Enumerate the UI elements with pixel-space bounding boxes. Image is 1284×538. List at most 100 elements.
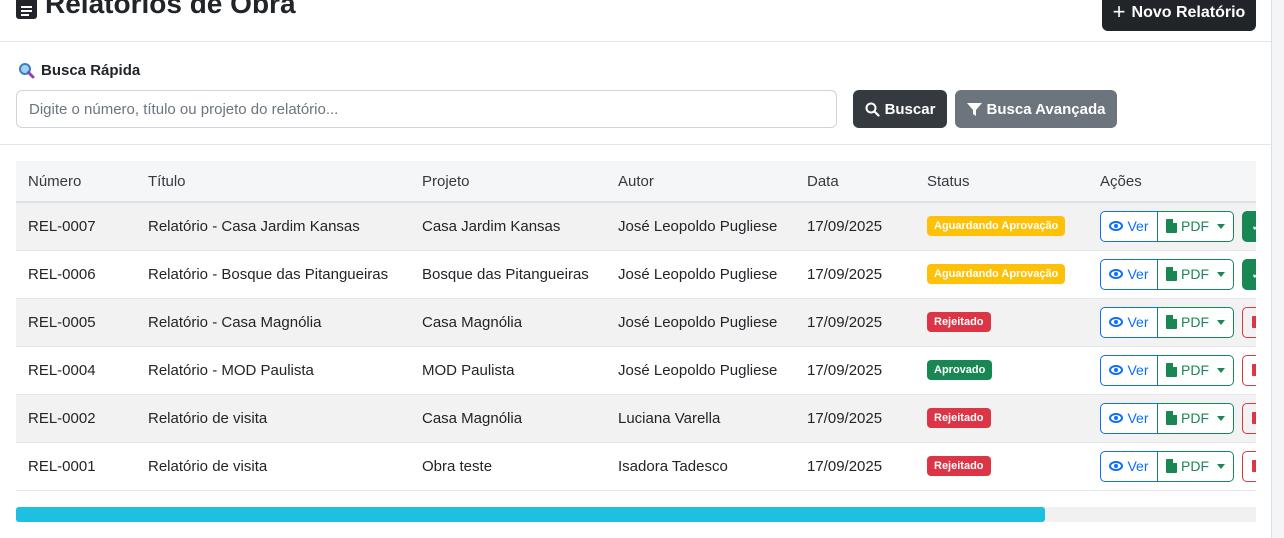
cell-numero: REL-0005 <box>16 298 136 347</box>
view-button[interactable]: Ver <box>1100 258 1158 290</box>
advanced-search-button[interactable]: Busca Avançada <box>955 90 1117 128</box>
reports-card: Relatórios de Obra + Novo Relatório Busc… <box>0 0 1272 538</box>
cell-numero: REL-0007 <box>16 202 136 251</box>
view-button[interactable]: Ver <box>1100 306 1158 338</box>
delete-button[interactable] <box>1242 354 1256 386</box>
cell-projeto: Bosque das Pitangueiras <box>410 250 606 299</box>
pdf-file-icon <box>1166 411 1177 425</box>
delete-button[interactable] <box>1242 306 1256 338</box>
row-actions: Ver PDF ✓ <box>1100 258 1256 290</box>
view-button[interactable]: Ver <box>1100 402 1158 434</box>
quick-search-label-text: Busca Rápida <box>41 62 141 79</box>
table-row: REL-0004 Relatório - MOD Paulista MOD Paul… <box>16 346 1256 395</box>
cell-numero: REL-0006 <box>16 250 136 299</box>
new-report-button[interactable]: + Novo Relatório <box>1102 0 1256 31</box>
cell-numero: REL-0002 <box>16 394 136 443</box>
cell-actions: Ver PDF <box>1088 346 1256 395</box>
cell-autor: José Leopoldo Pugliese <box>606 346 795 395</box>
cell-data: 17/09/2025 <box>795 346 915 395</box>
row-actions: Ver PDF ✓ <box>1100 210 1256 242</box>
advanced-search-label: Busca Avançada <box>986 100 1106 118</box>
horizontal-scrollbar-thumb[interactable] <box>16 507 1046 522</box>
table-row: REL-0005 Relatório - Casa Magnólia Casa Ma… <box>16 298 1256 347</box>
cell-data: 17/09/2025 <box>795 202 915 251</box>
row-actions: Ver PDF <box>1100 354 1256 386</box>
cell-status: Rejeitado <box>915 298 1088 347</box>
cell-projeto: Casa Magnólia <box>410 298 606 347</box>
delete-button[interactable] <box>1242 450 1256 482</box>
cell-projeto: MOD Paulista <box>410 346 606 395</box>
pdf-file-icon <box>1166 363 1177 377</box>
caret-down-icon <box>1217 223 1225 229</box>
cell-autor: Luciana Varella <box>606 394 795 443</box>
cell-autor: José Leopoldo Pugliese <box>606 202 795 251</box>
vertical-scroll-track[interactable] <box>1272 0 1284 538</box>
cell-autor: José Leopoldo Pugliese <box>606 298 795 347</box>
cell-titulo: Relatório de visita <box>136 394 410 443</box>
search-icon <box>865 102 880 117</box>
pdf-dropdown-button[interactable]: PDF <box>1157 450 1234 482</box>
view-button-label: Ver <box>1127 314 1149 330</box>
quick-search-section: Busca Rápida Buscar Busca Avançada <box>0 42 1271 145</box>
status-badge: Aguardando Aprovação <box>927 264 1066 284</box>
delete-button[interactable] <box>1242 402 1256 434</box>
search-button[interactable]: Buscar <box>853 90 947 128</box>
search-button-label: Buscar <box>884 100 936 118</box>
view-button-label: Ver <box>1127 410 1149 426</box>
eye-icon <box>1109 461 1124 471</box>
cell-projeto: Casa Jardim Kansas <box>410 202 606 251</box>
search-input[interactable] <box>16 90 837 128</box>
page-title: Relatórios de Obra <box>16 0 296 20</box>
status-badge: Rejeitado <box>927 456 991 476</box>
header-autor: Autor <box>606 161 795 203</box>
cell-titulo: Relatório - MOD Paulista <box>136 346 410 395</box>
approve-button[interactable]: ✓ <box>1242 258 1256 290</box>
magnifier-icon <box>19 63 35 79</box>
cell-data: 17/09/2025 <box>795 298 915 347</box>
pdf-dropdown-button[interactable]: PDF <box>1157 258 1234 290</box>
table-row: REL-0006 Relatório - Bosque das Pitanguei… <box>16 250 1256 299</box>
view-button[interactable]: Ver <box>1100 210 1158 242</box>
status-badge: Rejeitado <box>927 408 991 428</box>
eye-icon <box>1109 413 1124 423</box>
status-badge: Rejeitado <box>927 312 991 332</box>
status-badge: Aprovado <box>927 360 993 380</box>
document-icon <box>16 0 37 19</box>
row-actions: Ver PDF <box>1100 402 1256 434</box>
page-header: Relatórios de Obra + Novo Relatório <box>0 0 1271 42</box>
view-button[interactable]: Ver <box>1100 354 1158 386</box>
cell-titulo: Relatório - Casa Jardim Kansas <box>136 202 410 251</box>
header-titulo: Título <box>136 161 410 203</box>
caret-down-icon <box>1217 367 1225 373</box>
caret-down-icon <box>1217 319 1225 325</box>
cell-projeto: Obra teste <box>410 442 606 491</box>
header-numero: Número <box>16 161 136 203</box>
pdf-button-label: PDF <box>1181 458 1209 474</box>
pdf-button-label: PDF <box>1181 266 1209 282</box>
quick-search-label: Busca Rápida <box>18 62 140 79</box>
cell-autor: Isadora Tadesco <box>606 442 795 491</box>
pdf-file-icon <box>1166 267 1177 281</box>
table-header-row: Número Título Projeto Autor Data Status … <box>16 161 1256 203</box>
cell-status: Aguardando Aprovação <box>915 250 1088 299</box>
pdf-dropdown-button[interactable]: PDF <box>1157 306 1234 338</box>
table-body: REL-0007 Relatório - Casa Jardim Kansas Ca… <box>16 202 1256 491</box>
view-button[interactable]: Ver <box>1100 450 1158 482</box>
page-title-text: Relatórios de Obra <box>45 0 296 19</box>
cell-titulo: Relatório - Bosque das Pitangueiras <box>136 250 410 299</box>
view-button-label: Ver <box>1127 362 1149 378</box>
pdf-dropdown-button[interactable]: PDF <box>1157 210 1234 242</box>
new-report-label: Novo Relatório <box>1131 3 1246 21</box>
view-button-label: Ver <box>1127 218 1149 235</box>
cell-status: Aprovado <box>915 346 1088 395</box>
trash-icon <box>1252 316 1256 328</box>
cell-numero: REL-0004 <box>16 346 136 395</box>
eye-icon <box>1109 317 1124 327</box>
pdf-dropdown-button[interactable]: PDF <box>1157 354 1234 386</box>
approve-button[interactable]: ✓ <box>1242 210 1256 242</box>
pdf-dropdown-button[interactable]: PDF <box>1157 402 1234 434</box>
caret-down-icon <box>1217 271 1225 277</box>
reports-table: Número Título Projeto Autor Data Status … <box>16 161 1256 491</box>
table-row: REL-0002 Relatório de visita Casa Magnólia… <box>16 394 1256 443</box>
pdf-button-label: PDF <box>1181 362 1209 378</box>
